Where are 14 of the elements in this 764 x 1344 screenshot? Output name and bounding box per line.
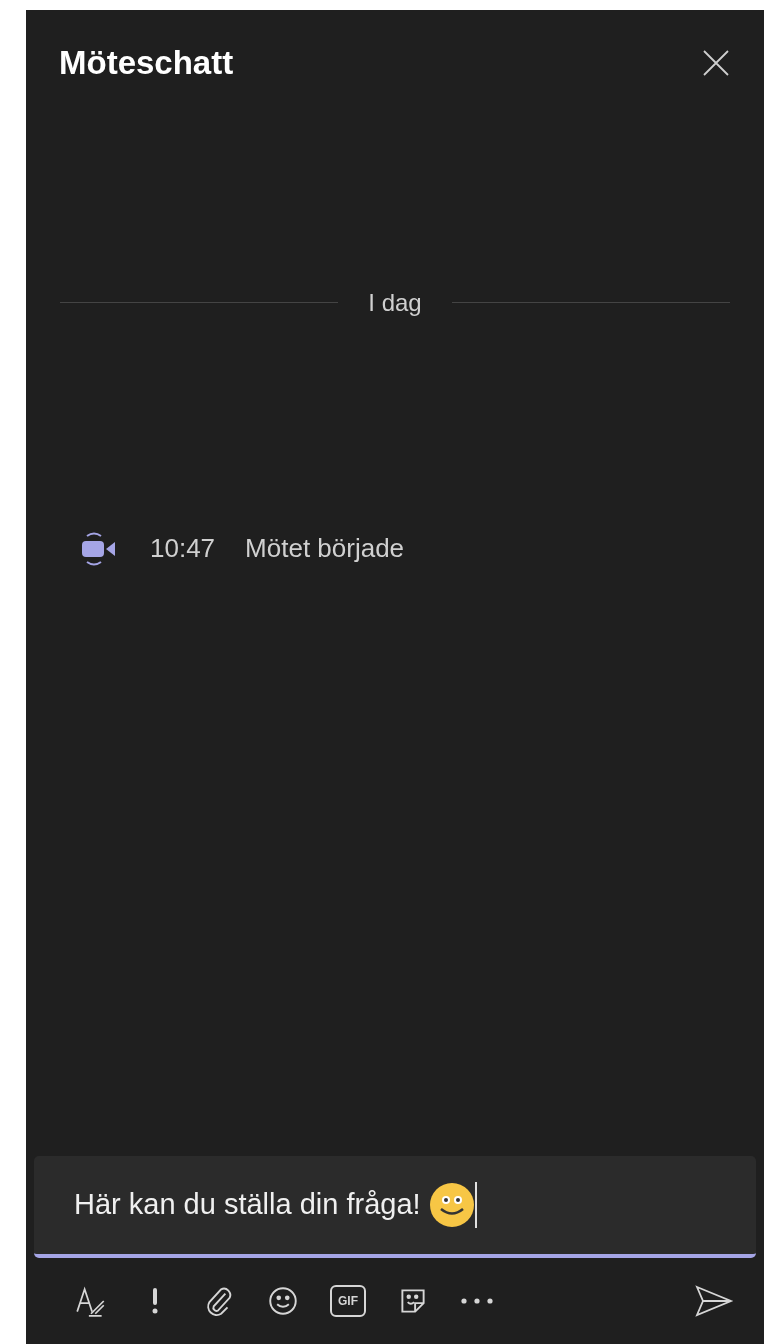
send-icon (694, 1284, 734, 1318)
smiley-emoji-icon (428, 1182, 475, 1228)
date-divider: I dag (368, 287, 422, 318)
panel-title: Möteschatt (59, 43, 234, 83)
message-text: Här kan du ställa din fråga! (74, 1187, 421, 1223)
event-text: Mötet började (245, 532, 405, 565)
smiley-icon (266, 1284, 300, 1318)
message-field[interactable]: Här kan du ställa din fråga! (34, 1156, 756, 1258)
more-icon (460, 1298, 494, 1304)
close-icon (702, 48, 730, 77)
exclamation-icon (152, 1288, 158, 1314)
text-cursor (474, 1182, 477, 1228)
event-time: 10:47 (150, 532, 216, 565)
gif-button[interactable]: GIF (330, 1285, 366, 1317)
